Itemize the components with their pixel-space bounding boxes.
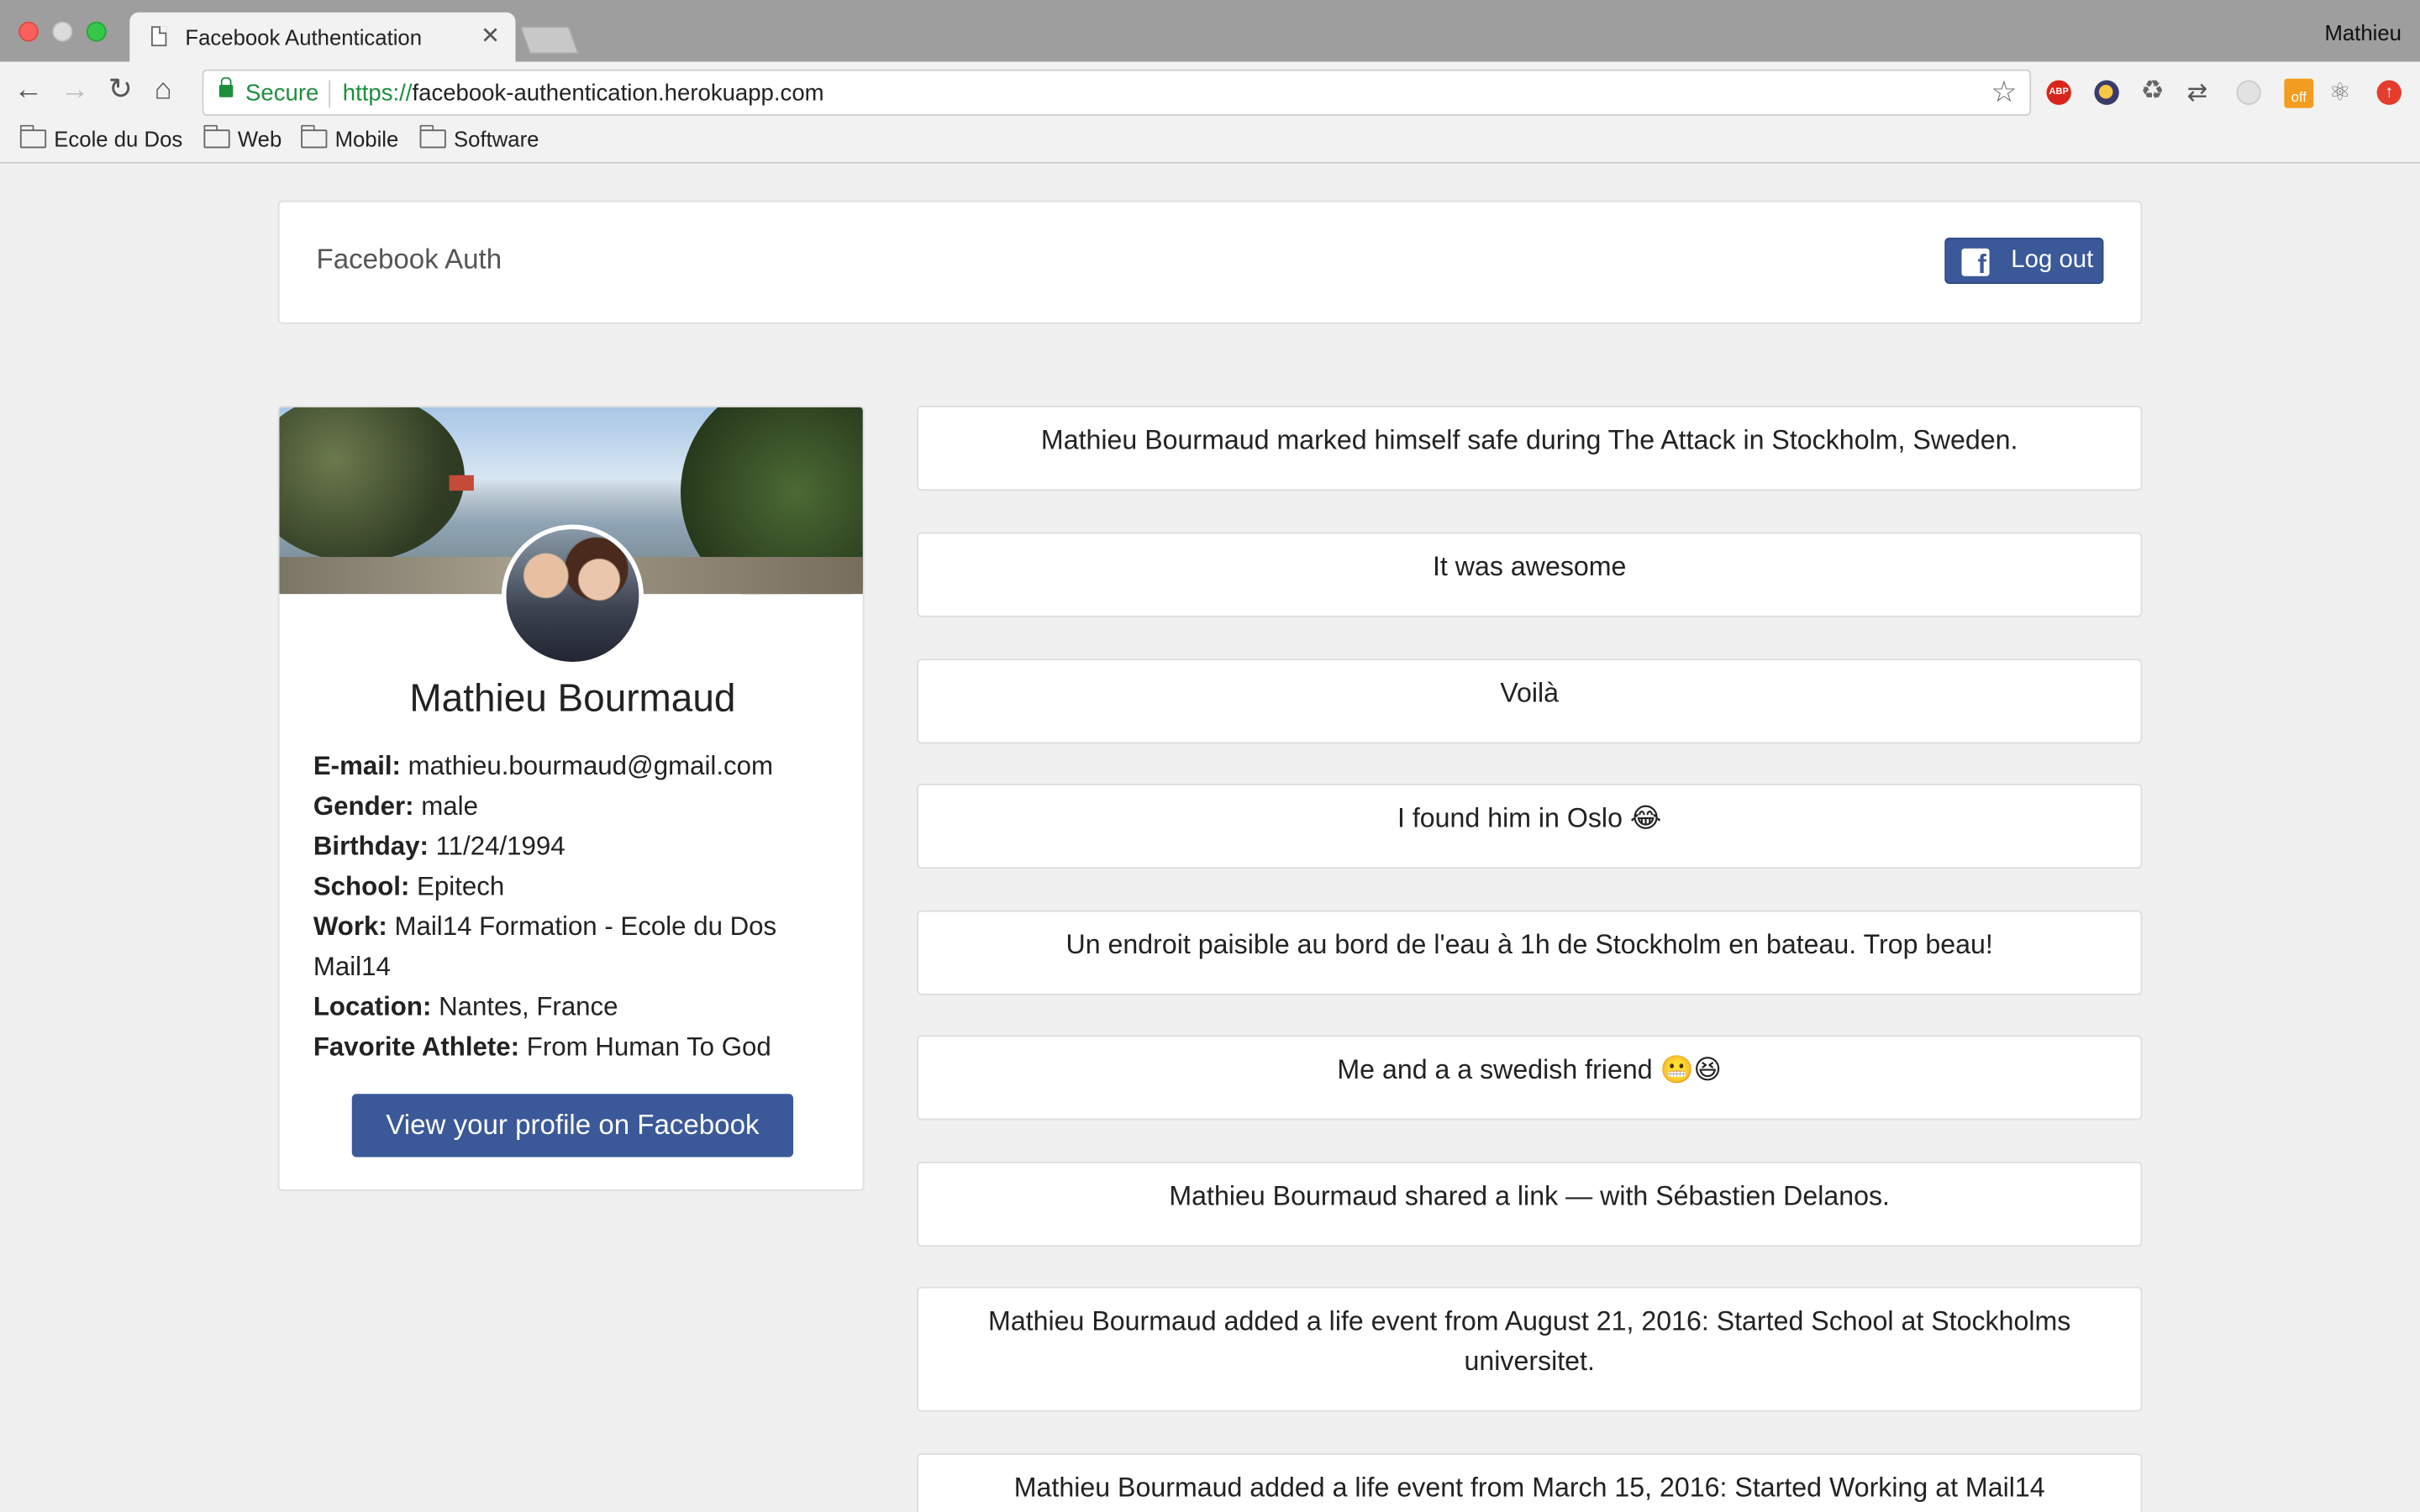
view-profile-button[interactable]: View your profile on Facebook xyxy=(351,1094,794,1158)
moon-icon[interactable] xyxy=(2094,80,2119,105)
bookmark-folder[interactable]: Software xyxy=(419,124,539,151)
bookmark-folder[interactable]: Ecole du Dos xyxy=(19,124,183,151)
post-card: Mathieu Bourmaud added a life event from… xyxy=(917,1453,2143,1512)
field-label: Favorite Athlete: xyxy=(313,1032,520,1062)
reload-icon[interactable]: ↻ xyxy=(108,75,133,107)
abp-icon[interactable]: ABP xyxy=(2046,80,2071,105)
profile-field-birthday: Birthday: 11/24/1994 xyxy=(313,827,846,867)
post-card: Me and a a swedish friend 😬😆 xyxy=(917,1035,2143,1121)
logout-button[interactable]: f Log out xyxy=(1944,237,2104,284)
field-label: Gender: xyxy=(313,791,414,822)
react-icon[interactable]: ⚛ xyxy=(2329,77,2351,108)
browser-tab[interactable]: Facebook Authentication ✕ xyxy=(129,12,516,62)
profile-field-work: Work: Mail14 Formation - Ecole du Dos Ma… xyxy=(313,907,846,988)
profile-field-gender: Gender: male xyxy=(313,787,846,827)
lock-icon xyxy=(218,76,234,97)
profile-name: Mathieu Bourmaud xyxy=(409,677,736,721)
window-maximize-button[interactable] xyxy=(86,21,107,42)
app-brand[interactable]: Facebook Auth xyxy=(317,244,502,276)
back-arrow-icon[interactable]: ← xyxy=(14,75,44,107)
app-navbar: Facebook Auth f Log out xyxy=(277,200,2143,324)
url-scheme: https:// xyxy=(342,80,413,107)
browser-toolbar: ← → ↻ ⌂ Secure https://facebook-authenti… xyxy=(0,61,2420,123)
cover-tree-left xyxy=(279,407,465,562)
post-card: Mathieu Bourmaud marked himself safe dur… xyxy=(917,406,2143,491)
avatar xyxy=(501,524,644,667)
post-card: Voilà xyxy=(917,659,2143,744)
close-tab-icon[interactable]: ✕ xyxy=(481,22,500,50)
forward-arrow-icon[interactable]: → xyxy=(60,75,90,107)
bookmark-star-icon[interactable]: ☆ xyxy=(1991,76,2017,111)
secure-label[interactable]: Secure xyxy=(245,81,318,107)
profile-card: Mathieu Bourmaud E-mail: mathieu.bourmau… xyxy=(277,406,865,1191)
recycle-icon[interactable]: ♻ xyxy=(2141,76,2165,107)
field-value: male xyxy=(421,791,478,822)
address-bar[interactable]: Secure https://facebook-authentication.h… xyxy=(202,69,2032,116)
bookmark-label: Software xyxy=(453,126,539,151)
profile-info: E-mail: mathieu.bourmaud@gmail.com Gende… xyxy=(313,747,846,1068)
window-close-button[interactable] xyxy=(18,21,39,42)
field-label: Birthday: xyxy=(313,831,429,861)
bookmark-folder[interactable]: Mobile xyxy=(301,124,399,151)
url-host: facebook-authentication.herokuapp.com xyxy=(412,80,824,107)
page-content: Facebook Auth f Log out Mathieu Bourmaud… xyxy=(0,163,2420,1512)
field-label: School: xyxy=(313,871,410,901)
field-value: Nantes, France xyxy=(439,992,618,1021)
profile-field-email: E-mail: mathieu.bourmaud@gmail.com xyxy=(313,747,846,787)
folder-icon xyxy=(301,124,328,149)
bookmark-label: Web xyxy=(237,126,282,151)
field-value: 11/24/1994 xyxy=(435,831,566,861)
bookmarks-bar: Ecole du Dos Web Mobile Software xyxy=(0,123,2420,164)
cover-house xyxy=(449,475,474,491)
arrows-icon[interactable]: ⇄ xyxy=(2187,77,2208,108)
logout-label: Log out xyxy=(2011,246,2094,274)
new-tab-button[interactable] xyxy=(519,26,580,55)
profile-field-location: Location: Nantes, France xyxy=(313,988,846,1028)
post-card: Mathieu Bourmaud shared a link — with Sé… xyxy=(917,1162,2143,1247)
url-divider xyxy=(329,80,331,108)
post-card: I found him in Oslo 😂 xyxy=(917,784,2143,869)
folder-icon xyxy=(419,124,446,149)
browser-profile-name[interactable]: Mathieu xyxy=(2324,20,2401,45)
profile-field-athlete: Favorite Athlete: From Human To God xyxy=(313,1027,846,1068)
window-titlebar: Facebook Authentication ✕ Mathieu xyxy=(0,0,2420,62)
folder-icon xyxy=(19,124,47,149)
post-card: Mathieu Bourmaud added a life event from… xyxy=(917,1286,2143,1412)
circle-icon[interactable] xyxy=(2236,80,2261,105)
window-minimize-button[interactable] xyxy=(52,21,73,42)
field-value: From Human To God xyxy=(526,1032,771,1062)
facebook-icon: f xyxy=(1961,248,1990,276)
folder-icon xyxy=(203,124,230,149)
bookmark-folder[interactable]: Web xyxy=(203,124,282,151)
page-icon xyxy=(150,26,167,47)
field-label: E-mail: xyxy=(313,751,401,781)
field-label: Location: xyxy=(313,992,432,1021)
url-text[interactable]: https://facebook-authentication.herokuap… xyxy=(343,81,824,107)
off-icon[interactable]: off xyxy=(2284,78,2314,108)
home-icon[interactable]: ⌂ xyxy=(155,75,172,107)
post-card: Un endroit paisible au bord de l'eau à 1… xyxy=(917,910,2143,995)
profile-field-school: School: Epitech xyxy=(313,867,846,907)
post-card: It was awesome xyxy=(917,532,2143,617)
field-label: Work: xyxy=(313,911,387,942)
upload-icon[interactable]: ↑ xyxy=(2376,80,2402,105)
bookmark-label: Ecole du Dos xyxy=(54,126,183,151)
field-value: Epitech xyxy=(417,871,505,901)
bookmark-label: Mobile xyxy=(334,126,399,151)
field-value: mathieu.bourmaud@gmail.com xyxy=(408,751,774,781)
tab-title: Facebook Authentication xyxy=(185,24,423,50)
